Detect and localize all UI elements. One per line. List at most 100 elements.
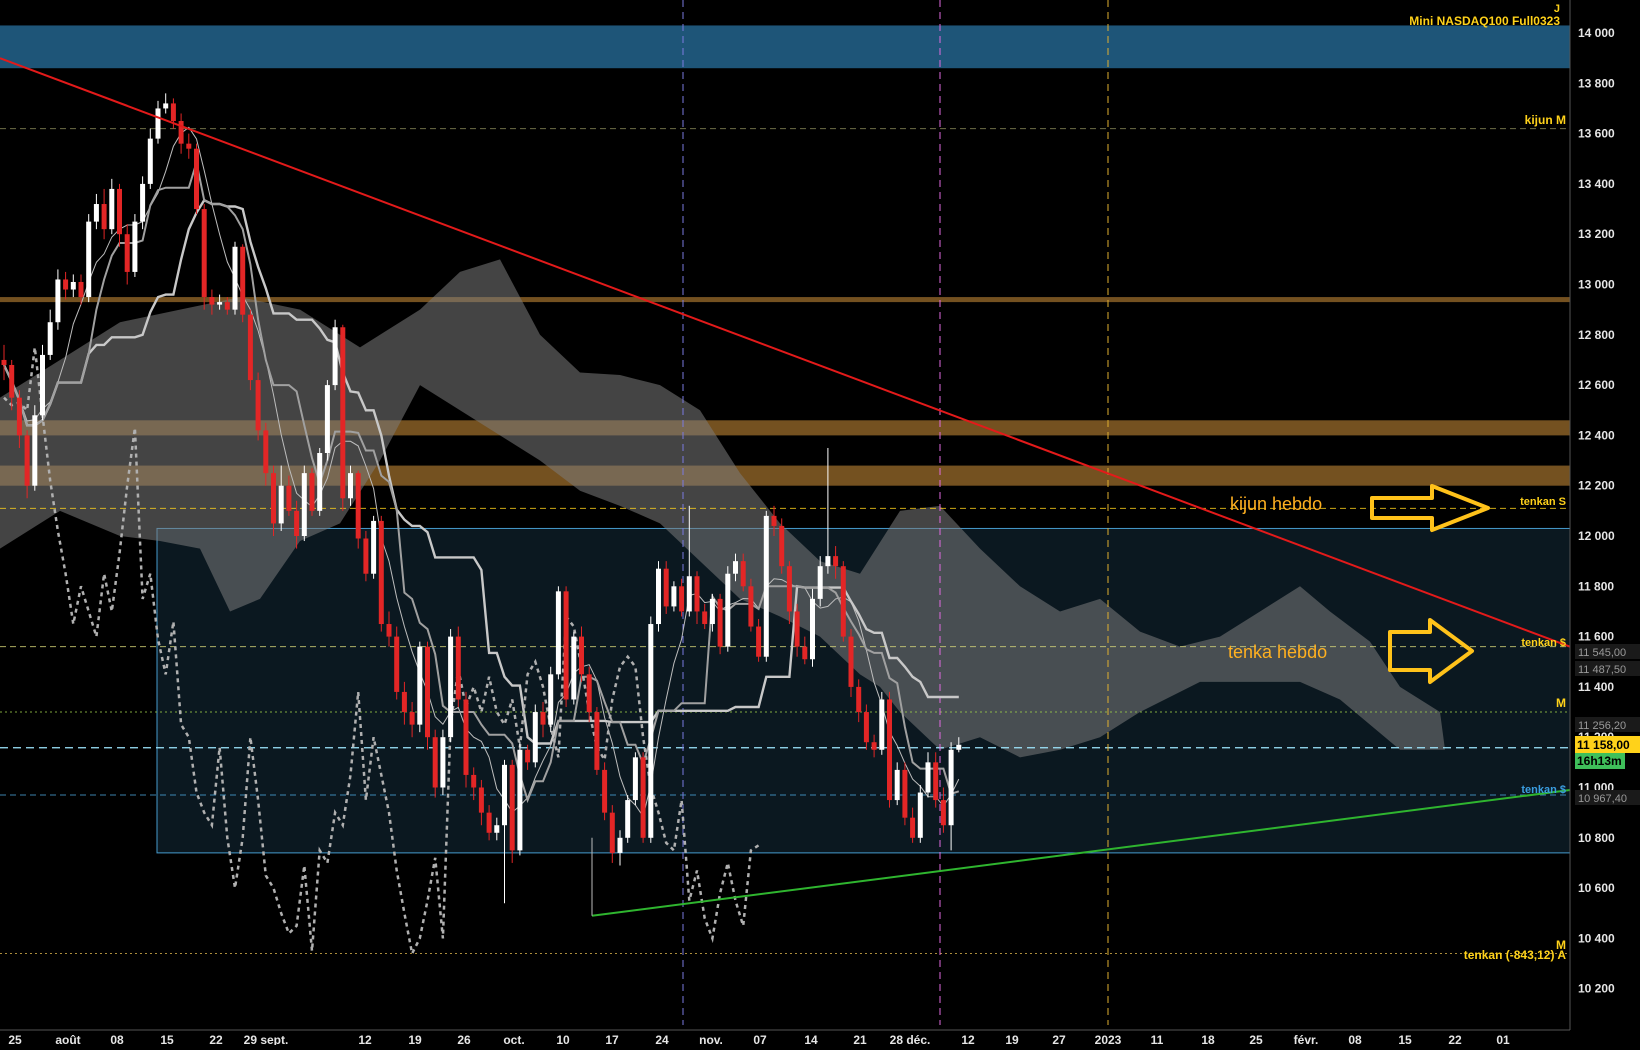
price-tag: 11 545,00 bbox=[1578, 647, 1626, 659]
candle-body bbox=[871, 742, 877, 750]
candle-body bbox=[948, 749, 954, 826]
candle-body bbox=[263, 430, 269, 474]
candle-body bbox=[16, 397, 22, 436]
candle-body bbox=[548, 674, 554, 725]
candle-body bbox=[93, 204, 99, 222]
candlestick-chart[interactable]: 14 000 13 800 13 600 13 400 13 200 13 000 12 8… bbox=[0, 0, 1640, 1047]
candle-body bbox=[309, 473, 315, 511]
tenka-hebdo-annotation: tenka hebdo bbox=[1228, 642, 1327, 662]
x-tick-label: 19 bbox=[408, 1033, 422, 1045]
y-tick-label: 10 600 bbox=[1578, 881, 1615, 895]
x-tick-label: 17 bbox=[605, 1033, 619, 1045]
x-tick-label: 26 bbox=[457, 1033, 471, 1045]
candle-body bbox=[117, 188, 122, 235]
candle-body bbox=[140, 183, 146, 222]
candle-body bbox=[817, 566, 823, 599]
candle-body bbox=[517, 749, 523, 851]
candle-body bbox=[925, 762, 931, 793]
candle-body bbox=[55, 279, 61, 323]
candle-body bbox=[902, 769, 908, 818]
candle-body bbox=[625, 800, 631, 838]
candle-body bbox=[833, 556, 839, 567]
candle-body bbox=[794, 611, 800, 647]
candle-body bbox=[802, 646, 808, 660]
kijun-hebdo-annotation: kijun hebdo bbox=[1230, 494, 1322, 514]
candle-body bbox=[463, 699, 469, 775]
y-tick-label: 11 600 bbox=[1578, 630, 1614, 644]
y-tick-label: 12 000 bbox=[1578, 529, 1615, 543]
candle-body bbox=[887, 699, 892, 801]
candle-body bbox=[956, 744, 962, 750]
candle-body bbox=[640, 757, 646, 838]
candle-body bbox=[910, 817, 916, 838]
candle-body bbox=[47, 322, 53, 355]
candle-body bbox=[525, 749, 531, 763]
candle-body bbox=[332, 327, 338, 386]
candle-body bbox=[594, 712, 600, 770]
candle-body bbox=[386, 624, 392, 637]
x-tick-label: 24 bbox=[655, 1033, 669, 1045]
candle-body bbox=[733, 561, 738, 574]
x-tick-label: 08 bbox=[1348, 1033, 1362, 1045]
m-mid-label: M bbox=[1556, 696, 1566, 710]
candle-body bbox=[9, 364, 15, 398]
y-tick-label: 12 600 bbox=[1578, 378, 1615, 392]
y-tick-label: 12 200 bbox=[1578, 479, 1615, 493]
candle-body bbox=[648, 624, 654, 838]
candle-body bbox=[78, 281, 84, 298]
candle-body bbox=[917, 792, 923, 838]
y-tick-label: 12 400 bbox=[1578, 428, 1615, 442]
y-tick-label: 14 000 bbox=[1578, 26, 1615, 40]
candle-body bbox=[217, 302, 223, 305]
candle-body bbox=[771, 515, 777, 526]
x-tick-label: 18 bbox=[1201, 1033, 1215, 1045]
candle-body bbox=[933, 762, 939, 801]
candle-body bbox=[656, 568, 661, 625]
price-tag: 11 256,20 bbox=[1578, 720, 1626, 732]
candle-body bbox=[348, 473, 353, 499]
candle-body bbox=[540, 712, 546, 725]
candle-body bbox=[371, 520, 377, 574]
x-tick-label: févr. bbox=[1294, 1033, 1319, 1045]
x-tick-label: 25 bbox=[8, 1033, 22, 1045]
y-tick-label: 13 600 bbox=[1578, 127, 1615, 141]
candle-body bbox=[255, 380, 261, 431]
y-tick-label: 13 400 bbox=[1578, 177, 1615, 191]
candle-body bbox=[109, 188, 115, 230]
candle-body bbox=[786, 566, 792, 612]
candle-body bbox=[409, 712, 415, 725]
x-tick-label: 11 bbox=[1151, 1033, 1164, 1045]
x-tick-label: 15 bbox=[1398, 1033, 1412, 1045]
current-price-tag: 11 158,00 bbox=[1577, 738, 1630, 752]
candle-body bbox=[101, 204, 107, 230]
m-bottom-label: M bbox=[1556, 938, 1566, 952]
candle-body bbox=[440, 737, 446, 788]
x-tick-label: 25 bbox=[1249, 1033, 1263, 1045]
candle-body bbox=[378, 520, 384, 625]
candle-body bbox=[586, 674, 592, 713]
candle-body bbox=[879, 699, 885, 750]
x-tick-label: 01 bbox=[1496, 1033, 1510, 1045]
candle-body bbox=[825, 556, 831, 567]
x-tick-label: août bbox=[55, 1033, 80, 1045]
candle-body bbox=[717, 598, 723, 647]
candle-body bbox=[417, 646, 423, 725]
tenkan-s-label: tenkan S bbox=[1520, 496, 1566, 508]
candle-body bbox=[194, 148, 199, 210]
y-tick-label: 13 200 bbox=[1578, 227, 1615, 241]
candle-body bbox=[224, 302, 230, 310]
x-tick-label: 07 bbox=[753, 1033, 767, 1045]
candle-body bbox=[70, 281, 76, 290]
candle-body bbox=[779, 525, 785, 567]
y-tick-label: 10 800 bbox=[1578, 831, 1615, 845]
candle-body bbox=[132, 221, 138, 272]
candle-body bbox=[686, 576, 692, 612]
candle-body bbox=[278, 485, 284, 524]
chart-window[interactable]: 14 000 13 800 13 600 13 400 13 200 13 000 12 8… bbox=[0, 0, 1640, 1047]
candle-body bbox=[271, 473, 276, 524]
zone-band bbox=[0, 25, 1570, 69]
candle-body bbox=[609, 812, 615, 853]
x-tick-label: 21 bbox=[853, 1033, 867, 1045]
x-tick-label: oct. bbox=[503, 1033, 524, 1045]
candle-body bbox=[401, 691, 407, 713]
